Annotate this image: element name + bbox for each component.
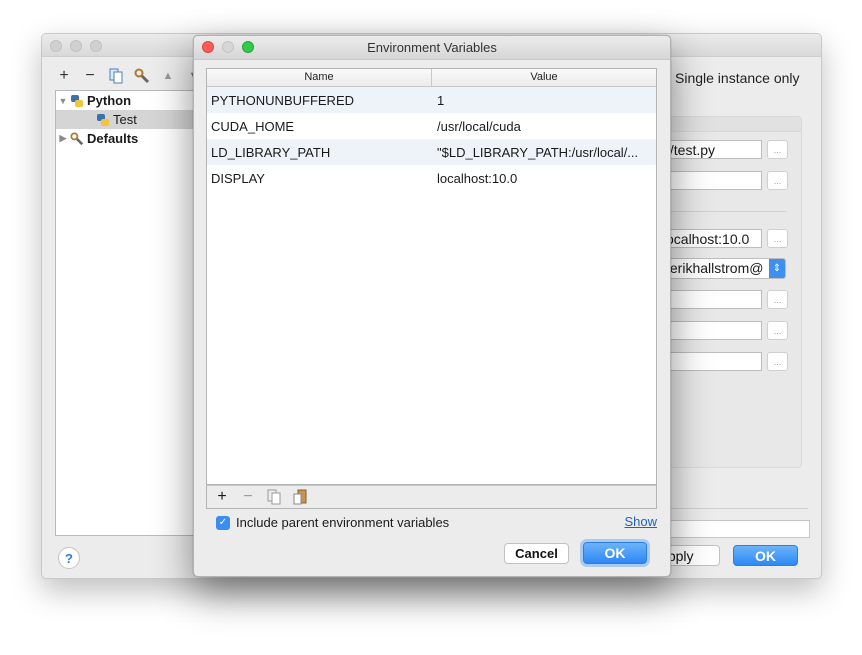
parent-minimize-button[interactable] (70, 40, 82, 52)
dialog-titlebar: Environment Variables (194, 36, 670, 60)
include-parent-env-checkbox-row[interactable]: ✓ Include parent environment variables (216, 515, 449, 530)
table-header: Name Value (207, 69, 656, 87)
add-icon[interactable]: + (54, 67, 74, 85)
single-instance-checkbox-label[interactable]: Single instance only (675, 70, 800, 86)
cell-name[interactable]: PYTHONUNBUFFERED (207, 93, 432, 108)
script-path-field[interactable]: t/test.py (662, 140, 762, 159)
tree-item-label: Python (87, 93, 132, 108)
remove-icon[interactable]: − (80, 67, 100, 85)
python-icon (97, 113, 109, 126)
edit-path-mappings-button[interactable]: ... (767, 352, 788, 371)
move-up-icon[interactable]: ▲ (158, 67, 178, 85)
cancel-button[interactable]: Cancel (504, 543, 569, 564)
python-interpreter-select[interactable]: /erikhallstrom@ ⇕ (662, 258, 786, 279)
python-icon (71, 94, 83, 107)
show-link[interactable]: Show (624, 514, 657, 529)
cell-value[interactable]: 1 (432, 93, 656, 108)
config-tree: ▼ Python Test ▶ Defaults (55, 90, 207, 536)
interpreter-options-field[interactable] (662, 290, 762, 309)
env-vars-table: Name Value PYTHONUNBUFFERED 1 CUDA_HOME … (206, 68, 657, 485)
cell-name[interactable]: DISPLAY (207, 171, 432, 186)
table-row[interactable]: LD_LIBRARY_PATH "$LD_LIBRARY_PATH:/usr/l… (207, 139, 656, 165)
wrench-icon (70, 131, 84, 145)
script-parameters-field[interactable] (662, 171, 762, 190)
browse-script-button[interactable]: ... (767, 140, 788, 159)
edit-env-vars-button[interactable]: ... (767, 229, 788, 248)
include-parent-env-checkbox[interactable]: ✓ (216, 515, 230, 530)
tree-item-defaults[interactable]: ▶ Defaults (56, 129, 206, 148)
table-row[interactable]: CUDA_HOME /usr/local/cuda (207, 113, 656, 139)
column-header-value[interactable]: Value (432, 69, 656, 86)
tree-item-label: Defaults (87, 131, 139, 146)
include-parent-env-label[interactable]: Include parent environment variables (236, 515, 449, 530)
tree-item-python[interactable]: ▼ Python (56, 91, 206, 110)
config-toolbar: + − ▲ ▼ (54, 67, 204, 85)
cell-value[interactable]: "$LD_LIBRARY_PATH:/usr/local/... (432, 145, 656, 160)
parent-ok-button[interactable]: OK (733, 545, 798, 566)
separator (668, 508, 808, 509)
parent-zoom-button[interactable] (90, 40, 102, 52)
tree-item-test[interactable]: Test (56, 110, 206, 129)
interpreter-value: /erikhallstrom@ (666, 260, 764, 276)
expand-interpreter-options-button[interactable]: ... (767, 290, 788, 309)
cell-value[interactable]: /usr/local/cuda (432, 119, 656, 134)
path-mappings-field[interactable] (662, 352, 762, 371)
remove-icon[interactable]: − (239, 488, 257, 506)
column-header-name[interactable]: Name (207, 69, 432, 86)
parent-close-button[interactable] (50, 40, 62, 52)
help-button[interactable]: ? (58, 547, 80, 569)
separator (668, 211, 786, 212)
copy-icon[interactable] (265, 488, 283, 506)
select-stepper-icon[interactable]: ⇕ (769, 259, 785, 278)
add-icon[interactable]: + (213, 488, 231, 506)
cell-name[interactable]: LD_LIBRARY_PATH (207, 145, 432, 160)
copy-icon[interactable] (106, 67, 126, 85)
tree-item-label: Test (113, 112, 137, 127)
cell-value[interactable]: localhost:10.0 (432, 171, 656, 186)
expand-arrow-icon[interactable]: ▼ (56, 96, 70, 106)
browse-working-dir-button[interactable]: ... (767, 321, 788, 340)
group-header (669, 117, 801, 132)
paste-icon[interactable] (291, 488, 309, 506)
dialog-title: Environment Variables (367, 40, 497, 55)
wrench-icon[interactable] (132, 67, 152, 85)
ok-button[interactable]: OK (583, 542, 647, 564)
environment-variables-dialog: Environment Variables Name Value PYTHONU… (193, 35, 671, 577)
cell-name[interactable]: CUDA_HOME (207, 119, 432, 134)
table-row[interactable]: PYTHONUNBUFFERED 1 (207, 87, 656, 113)
collapse-arrow-icon[interactable]: ▶ (56, 133, 70, 144)
table-row[interactable]: DISPLAY localhost:10.0 (207, 165, 656, 191)
environment-variables-field[interactable]: ocalhost:10.0 (662, 229, 762, 248)
expand-parameters-button[interactable]: ... (767, 171, 788, 190)
before-launch-field[interactable] (662, 520, 810, 538)
table-toolbar: + − (206, 485, 657, 509)
working-directory-field[interactable]: t (662, 321, 762, 340)
